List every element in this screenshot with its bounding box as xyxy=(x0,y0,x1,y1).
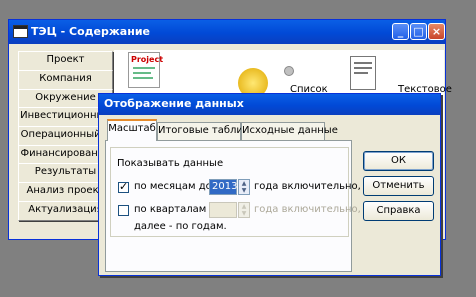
app-icon xyxy=(13,25,28,38)
monthly-suffix: года включительно, xyxy=(254,181,361,192)
cancel-button[interactable]: Отменить xyxy=(363,176,434,196)
minimize-icon: _ xyxy=(397,25,404,38)
spin-down-icon[interactable]: ▼ xyxy=(239,187,249,194)
project-file-icon[interactable]: Project xyxy=(128,52,164,88)
project-icon-label: Project xyxy=(131,55,164,64)
monthly-checkbox[interactable]: ✓ xyxy=(118,180,129,193)
yearly-text: далее - по годам. xyxy=(134,221,227,232)
quarterly-suffix: года включительно, xyxy=(254,204,361,215)
tab-scale[interactable]: Масштаб xyxy=(107,119,157,141)
dialog-title: Отображение данных xyxy=(104,97,244,110)
close-button[interactable]: × xyxy=(428,23,445,40)
main-title-bar[interactable]: ТЭЦ - Содержание _ □ × xyxy=(9,20,445,44)
group-label: Показывать данные xyxy=(117,158,224,169)
maximize-icon: □ xyxy=(413,25,424,38)
show-data-group: Показывать данные ✓ по месяцам до 2013 ▲… xyxy=(110,147,361,237)
help-button[interactable]: Справка xyxy=(363,201,434,221)
quarterly-year-input[interactable] xyxy=(209,202,237,218)
minimize-button[interactable]: _ xyxy=(392,23,409,40)
monthly-label: по месяцам до xyxy=(134,181,212,192)
pin-icon xyxy=(284,66,294,76)
ok-button[interactable]: ОК xyxy=(363,151,434,171)
quarterly-checkbox[interactable] xyxy=(118,205,129,216)
spin-up-icon[interactable]: ▲ xyxy=(239,203,249,210)
main-window-title: ТЭЦ - Содержание xyxy=(31,25,150,38)
maximize-button[interactable]: □ xyxy=(410,23,427,40)
display-data-dialog: Отображение данных Масштаб Итоговые табл… xyxy=(98,93,441,276)
monthly-year-spinner[interactable]: ▲ ▼ xyxy=(238,179,250,195)
nav-item-company[interactable]: Компания xyxy=(18,70,113,90)
monthly-year-input[interactable]: 2013 xyxy=(209,179,237,195)
spin-up-icon[interactable]: ▲ xyxy=(239,180,249,187)
quarterly-year-spinner[interactable]: ▲ ▼ xyxy=(238,202,250,218)
tab-summary-tables[interactable]: Итоговые таблицы xyxy=(157,122,258,140)
spin-down-icon[interactable]: ▼ xyxy=(239,210,249,217)
close-icon: × xyxy=(431,25,442,38)
tab-source-data[interactable]: Исходные данные xyxy=(241,122,338,140)
checkmark-icon: ✓ xyxy=(119,180,129,193)
nav-item-project[interactable]: Проект xyxy=(18,51,113,71)
document-icon[interactable] xyxy=(350,56,376,90)
dialog-title-bar[interactable]: Отображение данных xyxy=(99,94,440,115)
